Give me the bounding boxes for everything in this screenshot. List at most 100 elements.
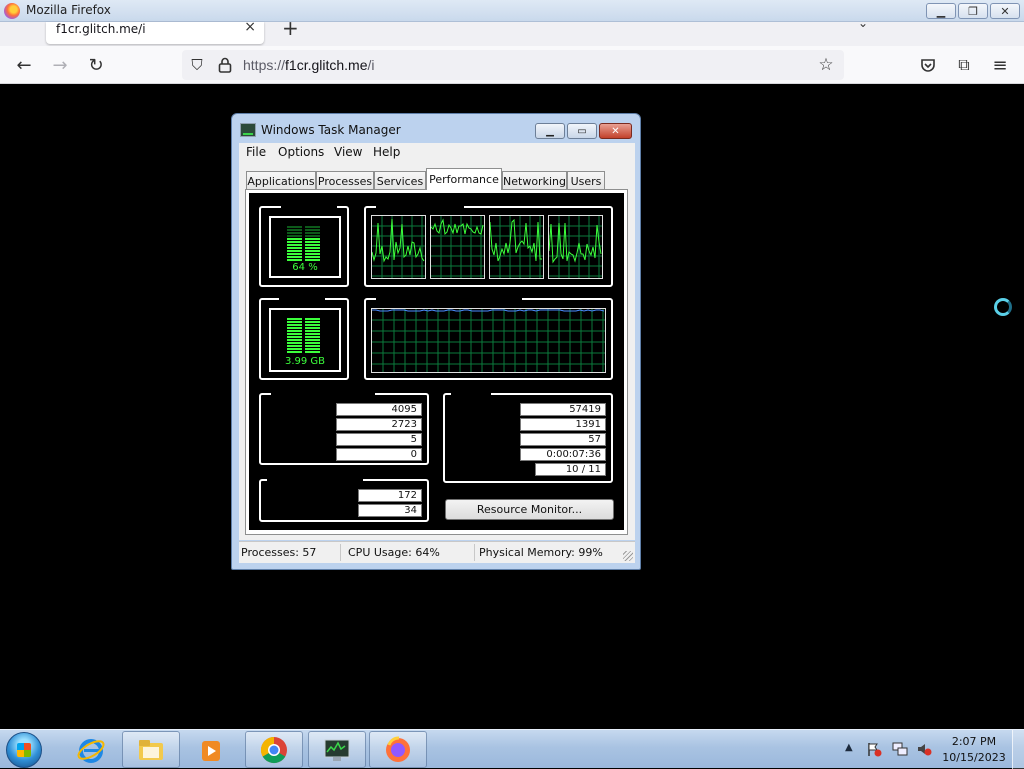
task-manager-taskbar-button[interactable]	[308, 731, 366, 768]
system-value-2: 1391	[520, 418, 606, 431]
list-all-tabs-icon[interactable]: ⌄	[858, 16, 868, 30]
close-button[interactable]: ✕	[990, 3, 1020, 19]
group-caption-gap	[376, 206, 464, 208]
meter-segment	[287, 238, 321, 240]
network-icon[interactable]	[892, 741, 908, 757]
status-physical-memory: Physical Memory: 99%	[479, 546, 603, 559]
meter-segment	[287, 321, 321, 323]
meter-segment	[287, 226, 321, 228]
meter-segment	[287, 351, 321, 353]
memory-history-graph	[371, 308, 606, 373]
menu-options[interactable]: Options	[278, 145, 324, 159]
hamburger-menu-icon[interactable]: ≡	[988, 53, 1012, 77]
browser-tab-strip: f1cr.glitch.me/i × + ⌄	[0, 16, 1024, 46]
url-path: /i	[367, 57, 375, 73]
reload-icon[interactable]: ↻	[84, 53, 108, 77]
status-cpu-usage: CPU Usage: 64%	[348, 546, 440, 559]
meter-segment	[287, 253, 321, 255]
meter-segment	[287, 235, 321, 237]
system-clock[interactable]: 2:07 PM 10/15/2023	[934, 734, 1014, 766]
file-explorer-taskbar-button[interactable]	[122, 731, 180, 768]
internet-explorer-taskbar-button[interactable]	[62, 731, 120, 768]
restore-button[interactable]: ❐	[958, 3, 988, 19]
meter-segment	[287, 241, 321, 243]
menu-help[interactable]: Help	[373, 145, 400, 159]
extensions-puzzle-icon[interactable]: ⧉	[952, 53, 976, 77]
task-manager-body: Applications Processes Services Performa…	[239, 162, 635, 540]
physical-memory-value-2: 2723	[336, 418, 422, 431]
task-manager-window[interactable]: Windows Task Manager ▁ ▭ ✕ File Options …	[231, 113, 641, 570]
tab-performance[interactable]: Performance	[426, 168, 502, 190]
tracking-protection-shield-icon[interactable]: ⛉	[185, 53, 209, 77]
meter-segment	[287, 327, 321, 329]
group-caption-gap	[451, 393, 491, 395]
tm-close-button[interactable]: ✕	[599, 123, 632, 139]
tab-processes[interactable]: Processes	[316, 171, 374, 190]
forward-arrow-icon[interactable]: →	[48, 53, 72, 77]
cpu-meter-bars	[287, 226, 321, 262]
cpu-history-line	[372, 218, 425, 263]
menu-view[interactable]: View	[334, 145, 362, 159]
internet-explorer-icon	[77, 738, 105, 763]
cpu-usage-history-group	[364, 206, 613, 287]
chrome-taskbar-button[interactable]	[245, 731, 303, 768]
bookmark-star-icon[interactable]: ☆	[814, 53, 838, 77]
meter-segment	[287, 259, 321, 261]
resize-grip-icon[interactable]	[623, 551, 633, 561]
new-tab-icon[interactable]: +	[282, 16, 299, 40]
meter-segment	[287, 244, 321, 246]
meter-segment	[287, 318, 321, 320]
browser-window-title: Mozilla Firefox	[26, 3, 111, 17]
minimize-button[interactable]: ▁	[926, 3, 956, 19]
url-scheme: https://	[243, 57, 286, 73]
address-bar[interactable]: ⛉ https://f1cr.glitch.me/i ☆	[182, 50, 844, 80]
tab-close-icon[interactable]: ×	[244, 19, 256, 35]
physical-memory-value-3: 5	[336, 433, 422, 446]
media-player-taskbar-button[interactable]	[182, 731, 240, 768]
tab-applications[interactable]: Applications	[246, 171, 316, 190]
physical-memory-value-1: 4095	[336, 403, 422, 416]
memory-group: 3.99 GB	[259, 298, 349, 380]
physical-memory-value-4: 0	[336, 448, 422, 461]
group-caption-gap	[267, 479, 363, 481]
group-caption-gap	[281, 206, 337, 208]
menu-file[interactable]: File	[246, 145, 266, 159]
firefox-icon	[386, 736, 410, 762]
cpu-usage-group: 64 %	[259, 206, 349, 287]
clock-date: 10/15/2023	[942, 751, 1006, 764]
cpu-core-2-graph	[430, 215, 485, 279]
lock-icon[interactable]	[213, 53, 237, 77]
browser-tab[interactable]: f1cr.glitch.me/i ×	[46, 19, 264, 44]
group-caption-gap	[376, 298, 522, 300]
pocket-icon[interactable]	[916, 53, 940, 77]
meter-segment	[287, 232, 321, 234]
memory-meter: 3.99 GB	[269, 308, 341, 372]
back-arrow-icon[interactable]: ←	[12, 53, 36, 77]
show-hidden-icons-arrow-icon[interactable]: ▲	[845, 742, 853, 753]
tab-users[interactable]: Users	[567, 171, 605, 190]
meter-segment	[287, 336, 321, 338]
tab-services[interactable]: Services	[374, 171, 426, 190]
url-text[interactable]: https://f1cr.glitch.me/i	[243, 57, 375, 73]
tab-networking[interactable]: Networking	[502, 171, 567, 190]
status-processes: Processes: 57	[241, 546, 317, 559]
meter-segment	[287, 330, 321, 332]
firefox-taskbar-button[interactable]	[369, 731, 427, 768]
tm-maximize-button[interactable]: ▭	[567, 123, 597, 139]
cpu-core-4-graph	[548, 215, 603, 279]
action-center-flag-icon[interactable]	[866, 741, 882, 757]
start-button[interactable]	[6, 732, 42, 768]
task-manager-icon	[324, 739, 350, 761]
meter-segment	[287, 342, 321, 344]
tm-minimize-button[interactable]: ▁	[535, 123, 565, 139]
volume-muted-icon[interactable]	[916, 741, 932, 757]
status-separator	[474, 544, 475, 561]
system-commit-value: 10 / 11	[535, 463, 606, 476]
group-caption-gap	[279, 298, 325, 300]
chrome-icon	[260, 736, 287, 763]
memory-meter-bars	[287, 318, 321, 354]
meter-segment	[287, 333, 321, 335]
resource-monitor-button[interactable]: Resource Monitor...	[445, 499, 614, 520]
show-desktop-button[interactable]	[1012, 730, 1024, 769]
system-value-3: 57	[520, 433, 606, 446]
